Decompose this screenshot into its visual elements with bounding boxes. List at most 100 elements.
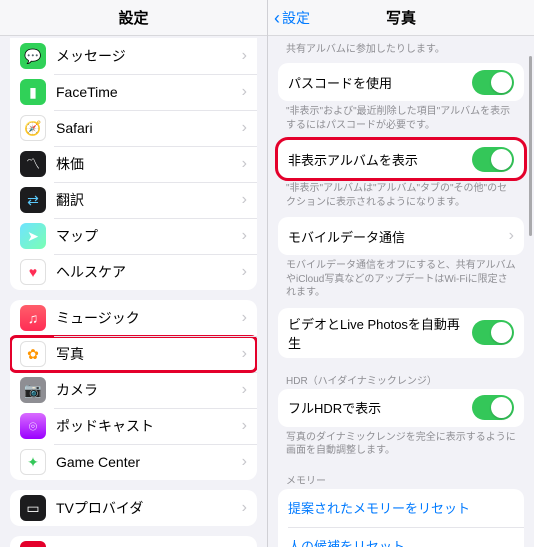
chevron-right-icon: ›: [242, 119, 247, 137]
memories-section-header: メモリー: [286, 472, 516, 487]
row-label: メッセージ: [56, 46, 242, 66]
photos-scroll[interactable]: 共有アルバムに参加したりします。 パスコードを使用 "非表示"および"最近削除し…: [268, 36, 534, 547]
mobile-data-group: モバイルデータ通信 ›: [278, 217, 524, 255]
row-label: 人の候補をリセット: [288, 536, 514, 547]
hdr-group: フルHDRで表示: [278, 389, 524, 427]
maps-icon: ➤: [20, 223, 46, 249]
row-safari[interactable]: 🧭 Safari ›: [10, 110, 257, 146]
photos-title: 写真: [386, 7, 416, 28]
row-label: 提案されたメモリーをリセット: [288, 498, 514, 517]
chevron-right-icon: ›: [242, 309, 247, 327]
row-mobile-data[interactable]: モバイルデータ通信 ›: [278, 217, 524, 255]
chevron-right-icon: ›: [242, 417, 247, 435]
row-label: カメラ: [56, 380, 242, 400]
back-button[interactable]: ‹ 設定: [274, 0, 310, 35]
row-messages[interactable]: 💬 メッセージ ›: [10, 38, 257, 74]
row-label: TVプロバイダ: [56, 498, 242, 518]
row-label: Safari: [56, 120, 242, 136]
row-acrobat[interactable]: ∞ Acrobat ›: [10, 536, 257, 547]
photos-header: ‹ 設定 写真: [268, 0, 534, 36]
chevron-right-icon: ›: [242, 345, 247, 363]
row-label: Game Center: [56, 454, 242, 470]
photos-icon: ✿: [20, 341, 46, 367]
translate-icon: ⇄: [20, 187, 46, 213]
settings-scroll[interactable]: 💬 メッセージ › ▮ FaceTime › 🧭 Safari › 〽︎ 株価 …: [0, 36, 267, 547]
stocks-icon: 〽︎: [20, 151, 46, 177]
music-icon: ♫: [20, 305, 46, 331]
settings-group-2: ♫ ミュージック › ✿ 写真 › 📷 カメラ › ⌾ ポッドキャスト › ✦: [10, 300, 257, 480]
messages-icon: 💬: [20, 43, 46, 69]
row-label: ミュージック: [56, 308, 242, 328]
row-label: フルHDRで表示: [288, 398, 472, 417]
hidden-album-group: 非表示アルバムを表示: [278, 140, 524, 178]
back-label: 設定: [282, 8, 310, 28]
chevron-right-icon: ›: [242, 499, 247, 517]
chevron-left-icon: ‹: [274, 9, 280, 27]
settings-pane: 設定 💬 メッセージ › ▮ FaceTime › 🧭 Safari › 〽︎ …: [0, 0, 267, 547]
chevron-right-icon: ›: [242, 191, 247, 209]
settings-header: 設定: [0, 0, 267, 36]
row-hidden-album[interactable]: 非表示アルバムを表示: [278, 140, 524, 178]
autoplay-group: ビデオとLive Photosを自動再生: [278, 308, 524, 358]
row-label: ヘルスケア: [56, 262, 242, 282]
row-label: FaceTime: [56, 84, 242, 100]
row-reset-suggested-memories[interactable]: 提案されたメモリーをリセット: [278, 489, 524, 527]
row-facetime[interactable]: ▮ FaceTime ›: [10, 74, 257, 110]
row-label: 非表示アルバムを表示: [288, 150, 472, 169]
hidden-album-footer: "非表示"アルバムは"アルバム"タブの"その他"のセクションに表示されるようにな…: [286, 182, 516, 209]
chevron-right-icon: ›: [509, 227, 514, 245]
safari-icon: 🧭: [20, 115, 46, 141]
facetime-icon: ▮: [20, 79, 46, 105]
chevron-right-icon: ›: [242, 263, 247, 281]
toggle-hdr[interactable]: [472, 395, 514, 420]
chevron-right-icon: ›: [242, 453, 247, 471]
settings-group-3: ▭ TVプロバイダ ›: [10, 490, 257, 526]
row-music[interactable]: ♫ ミュージック ›: [10, 300, 257, 336]
row-label: マップ: [56, 226, 242, 246]
chevron-right-icon: ›: [242, 227, 247, 245]
settings-title: 設定: [118, 7, 148, 28]
row-label: ポッドキャスト: [56, 416, 242, 436]
row-photos[interactable]: ✿ 写真 ›: [10, 336, 257, 372]
row-label: 株価: [56, 154, 242, 174]
toggle-autoplay[interactable]: [472, 320, 514, 345]
row-autoplay[interactable]: ビデオとLive Photosを自動再生: [278, 308, 524, 358]
memories-group: 提案されたメモリーをリセット 人の候補をリセット: [278, 489, 524, 547]
row-gamecenter[interactable]: ✦ Game Center ›: [10, 444, 257, 480]
podcasts-icon: ⌾: [20, 413, 46, 439]
settings-group-4: ∞ Acrobat ›: [10, 536, 257, 547]
row-label: ビデオとLive Photosを自動再生: [288, 314, 472, 352]
row-label: モバイルデータ通信: [288, 227, 509, 246]
row-label: パスコードを使用: [288, 73, 472, 92]
hdr-footer: 写真のダイナミックレンジを完全に表示するように画面を自動調整します。: [286, 431, 516, 458]
settings-group-1: 💬 メッセージ › ▮ FaceTime › 🧭 Safari › 〽︎ 株価 …: [10, 38, 257, 290]
toggle-passcode[interactable]: [472, 70, 514, 95]
row-label: 写真: [56, 344, 242, 364]
chevron-right-icon: ›: [242, 155, 247, 173]
row-podcasts[interactable]: ⌾ ポッドキャスト ›: [10, 408, 257, 444]
passcode-group: パスコードを使用: [278, 63, 524, 101]
row-maps[interactable]: ➤ マップ ›: [10, 218, 257, 254]
row-stocks[interactable]: 〽︎ 株価 ›: [10, 146, 257, 182]
photos-pane: ‹ 設定 写真 共有アルバムに参加したりします。 パスコードを使用 "非表示"お…: [267, 0, 534, 547]
row-reset-people[interactable]: 人の候補をリセット: [278, 527, 524, 547]
hdr-section-header: HDR（ハイダイナミックレンジ）: [286, 372, 516, 387]
chevron-right-icon: ›: [242, 83, 247, 101]
row-label: 翻訳: [56, 190, 242, 210]
row-health[interactable]: ♥ ヘルスケア ›: [10, 254, 257, 290]
tvprovider-icon: ▭: [20, 495, 46, 521]
row-translate[interactable]: ⇄ 翻訳 ›: [10, 182, 257, 218]
row-camera[interactable]: 📷 カメラ ›: [10, 372, 257, 408]
row-hdr[interactable]: フルHDRで表示: [278, 389, 524, 427]
top-note: 共有アルバムに参加したりします。: [286, 40, 516, 55]
chevron-right-icon: ›: [242, 47, 247, 65]
scrollbar[interactable]: [529, 56, 532, 236]
row-tvprovider[interactable]: ▭ TVプロバイダ ›: [10, 490, 257, 526]
row-passcode[interactable]: パスコードを使用: [278, 63, 524, 101]
camera-icon: 📷: [20, 377, 46, 403]
gamecenter-icon: ✦: [20, 449, 46, 475]
mobile-data-footer: モバイルデータ通信をオフにすると、共有アルバムやiCloud写真などのアップデー…: [286, 259, 516, 300]
health-icon: ♥: [20, 259, 46, 285]
toggle-hidden-album[interactable]: [472, 147, 514, 172]
chevron-right-icon: ›: [242, 381, 247, 399]
